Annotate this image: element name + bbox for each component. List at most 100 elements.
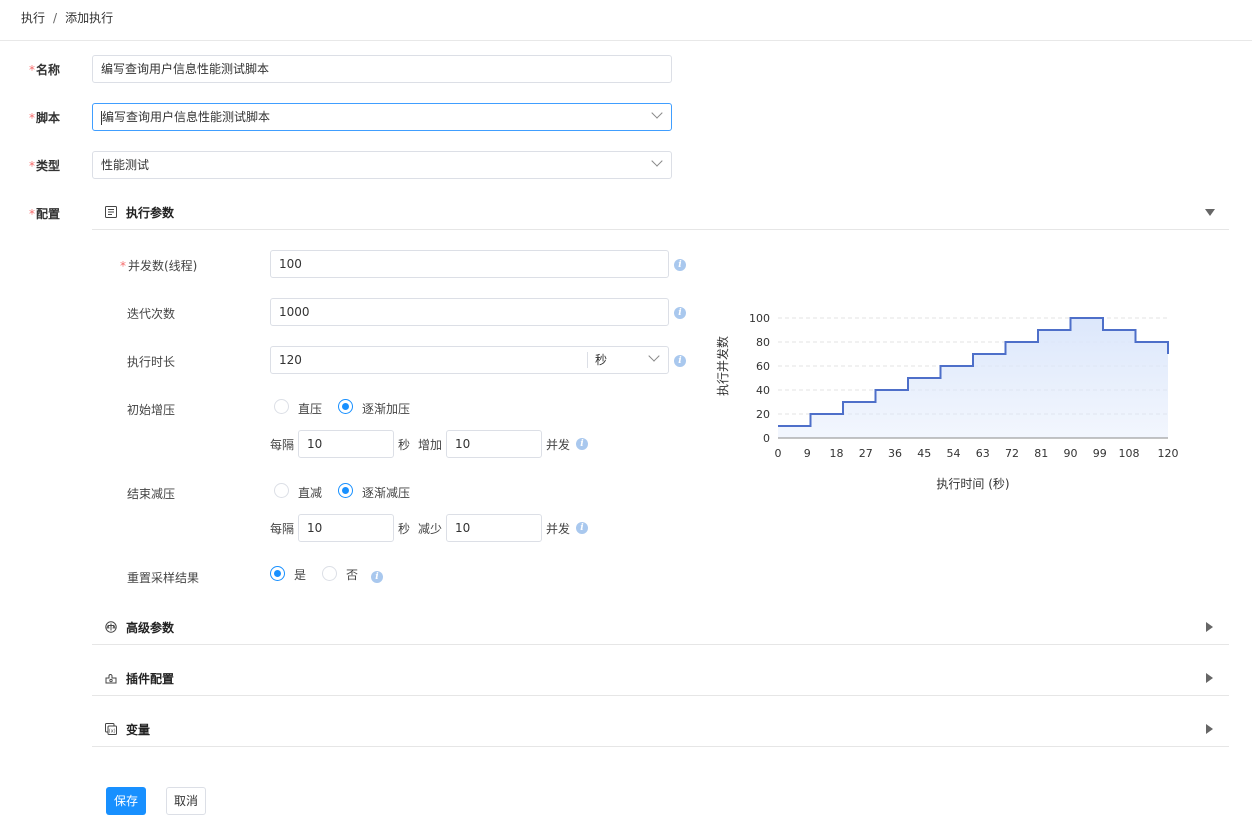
reset-no-label[interactable]: 否: [346, 566, 358, 583]
section-plugin-config[interactable]: 插件配置: [92, 662, 1229, 696]
info-icon[interactable]: i: [674, 355, 686, 367]
chart-y-tick-label: 60: [756, 360, 770, 373]
section-title: 变量: [126, 723, 151, 737]
iterations-label: 迭代次数: [127, 307, 176, 321]
ramp-down-direct-label[interactable]: 直减: [298, 484, 322, 501]
section-title: 高级参数: [126, 621, 175, 635]
chart-area: [778, 318, 1168, 438]
chart-x-tick-label: 36: [888, 447, 902, 460]
concurrency-chart: 0 20 40 60 80 100 0 9 18 27 36 45 54 63 72 81 90 99 108 12…: [715, 312, 1179, 491]
ramp-down-gradual-radio[interactable]: [338, 483, 353, 498]
chart-x-tick-label: 120: [1158, 447, 1179, 460]
info-icon[interactable]: i: [674, 259, 686, 271]
ramp-down-every-text: 每隔: [270, 522, 295, 536]
breadcrumb-parent[interactable]: 执行: [21, 11, 45, 25]
concurrency-input[interactable]: 100: [270, 250, 669, 278]
info-icon[interactable]: i: [576, 438, 588, 450]
chevron-down-icon: [651, 155, 663, 167]
chart-x-tick-label: 108: [1119, 447, 1140, 460]
concurrency-label: * 并发数(线程): [120, 259, 198, 273]
ramp-down-label: 结束减压: [127, 487, 176, 501]
info-icon[interactable]: i: [674, 307, 686, 319]
caret-down-icon[interactable]: [1205, 209, 1215, 216]
breadcrumb-separator: /: [53, 11, 58, 25]
info-icon[interactable]: i: [371, 571, 383, 583]
ramp-down-step-input[interactable]: 10: [446, 514, 542, 542]
reset-no-radio[interactable]: [322, 566, 337, 581]
chart-x-label: 执行时间 (秒): [936, 477, 1009, 491]
chart-y-ticks: 0 20 40 60 80 100: [749, 312, 770, 445]
cancel-button[interactable]: 取消: [166, 787, 206, 815]
ramp-up-gradual-label[interactable]: 逐渐加压: [362, 400, 410, 417]
duration-input[interactable]: 120 秒: [270, 346, 669, 374]
chart-x-tick-label: 72: [1005, 447, 1019, 460]
type-label: *类型: [29, 159, 61, 173]
chevron-down-icon: [651, 107, 663, 119]
caret-right-icon[interactable]: [1206, 673, 1213, 683]
breadcrumb: 执行 / 添加执行: [0, 0, 1252, 41]
ramp-up-gradual-radio[interactable]: [338, 399, 353, 414]
chart-x-tick-label: 27: [859, 447, 873, 460]
type-select[interactable]: 性能测试: [92, 151, 672, 179]
ramp-down-sec-text: 秒: [398, 522, 411, 536]
ramp-down-gradual-label[interactable]: 逐渐减压: [362, 484, 410, 501]
chart-y-tick-label: 100: [749, 312, 770, 325]
chart-x-ticks: 0 9 18 27 36 45 54 63 72 81 90 99 108 120: [775, 447, 1179, 460]
ramp-down-reduce-text: 减少: [418, 522, 443, 536]
name-input[interactable]: 编写查询用户信息性能测试脚本: [92, 55, 672, 83]
ramp-up-direct-label[interactable]: 直压: [298, 400, 322, 417]
reset-yes-label[interactable]: 是: [294, 566, 306, 583]
chart-x-tick-label: 99: [1093, 447, 1107, 460]
ramp-down-interval-input[interactable]: 10: [298, 514, 394, 542]
ramp-up-concurrent-text: 并发: [546, 438, 571, 452]
divider: [587, 352, 588, 368]
ramp-up-interval-input[interactable]: 10: [298, 430, 394, 458]
plugin-icon: [105, 674, 117, 684]
ramp-up-direct-radio[interactable]: [274, 399, 289, 414]
caret-right-icon[interactable]: [1206, 622, 1213, 632]
ramp-up-add-text: 增加: [418, 438, 443, 452]
duration-label: 执行时长: [127, 355, 176, 369]
name-label: *名称: [29, 63, 61, 77]
duration-unit-select[interactable]: 秒: [595, 347, 607, 373]
chart-x-tick-label: 81: [1034, 447, 1048, 460]
config-label: *配置: [29, 207, 61, 221]
svg-text:(x): (x): [109, 729, 116, 735]
save-button[interactable]: 保存: [106, 787, 146, 815]
chart-x-tick-label: 90: [1064, 447, 1078, 460]
section-title: 执行参数: [126, 206, 175, 220]
chart-x-tick-label: 18: [830, 447, 844, 460]
chart-x-tick-label: 45: [917, 447, 931, 460]
chart-x-tick-label: 54: [947, 447, 961, 460]
section-variables[interactable]: (x) 变量: [92, 713, 1229, 747]
section-exec-params[interactable]: 执行参数: [92, 196, 1229, 230]
script-label: *脚本: [29, 111, 61, 125]
chevron-down-icon: [648, 350, 660, 362]
balance-icon: [105, 621, 117, 633]
script-select[interactable]: 编写查询用户信息性能测试脚本: [92, 103, 672, 131]
chart-y-tick-label: 40: [756, 384, 770, 397]
breadcrumb-current: 添加执行: [65, 11, 114, 25]
section-title: 插件配置: [126, 672, 175, 686]
caret-right-icon[interactable]: [1206, 724, 1213, 734]
chart-y-label: 执行并发数: [715, 336, 730, 396]
ramp-down-direct-radio[interactable]: [274, 483, 289, 498]
chart-x-tick-label: 63: [976, 447, 990, 460]
chart-x-tick-label: 0: [775, 447, 782, 460]
ramp-up-sec-text: 秒: [398, 438, 411, 452]
info-icon[interactable]: i: [576, 522, 588, 534]
iterations-input[interactable]: 1000: [270, 298, 669, 326]
chart-y-tick-label: 80: [756, 336, 770, 349]
document-icon: [105, 206, 117, 218]
reset-yes-radio[interactable]: [270, 566, 285, 581]
section-advanced-params[interactable]: 高级参数: [92, 611, 1229, 645]
reset-label: 重置采样结果: [127, 571, 200, 585]
chart-y-tick-label: 0: [763, 432, 770, 445]
ramp-up-step-input[interactable]: 10: [446, 430, 542, 458]
ramp-up-label: 初始增压: [127, 403, 176, 417]
ramp-down-concurrent-text: 并发: [546, 522, 571, 536]
chart-x-tick-label: 9: [804, 447, 811, 460]
ramp-up-every-text: 每隔: [270, 438, 295, 452]
variable-icon: (x): [105, 723, 117, 735]
chart-y-tick-label: 20: [756, 408, 770, 421]
